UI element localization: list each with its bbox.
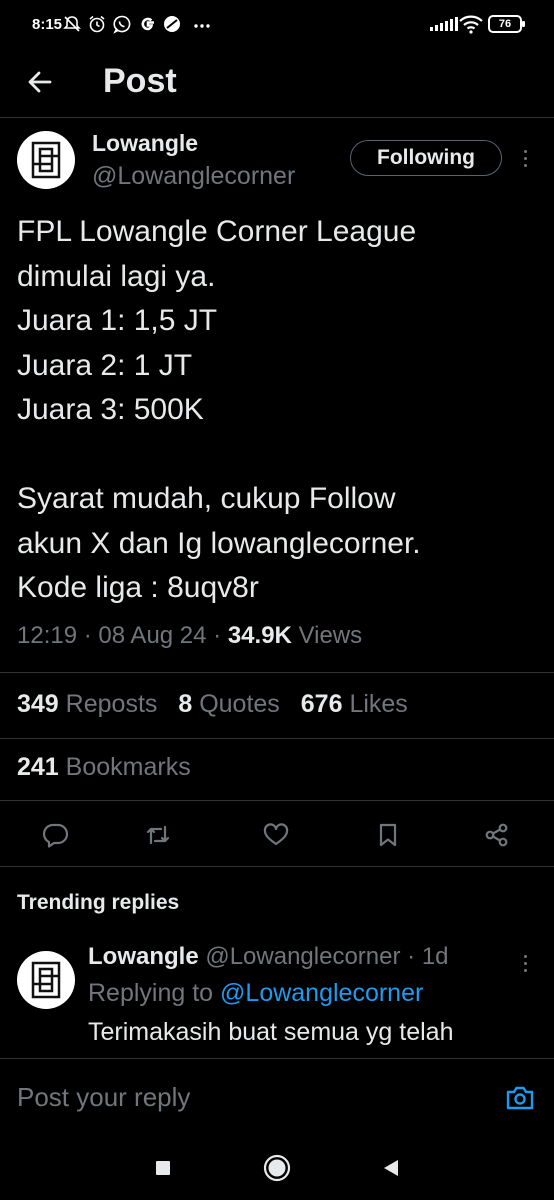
divider — [0, 866, 554, 867]
reply-text: Terimakasih buat semua yg telah — [88, 1018, 454, 1046]
post-text: FPL Lowangle Corner League dimulai lagi … — [17, 210, 542, 611]
engagement-stats: 349 Reposts 8 Quotes 676 Likes — [17, 690, 422, 719]
post-text-line: FPL Lowangle Corner League — [17, 215, 417, 248]
bookmark-button[interactable] — [368, 815, 408, 855]
post-time: 12:19 — [17, 622, 78, 649]
reply-icon — [42, 823, 69, 848]
divider — [0, 672, 554, 673]
like-button[interactable] — [256, 815, 296, 855]
google-icon — [141, 17, 154, 31]
divider — [0, 117, 554, 118]
avatar[interactable] — [17, 951, 75, 1009]
author-name[interactable]: Lowangle — [92, 130, 198, 157]
post-text-line: Kode liga : 8uqv8r — [17, 571, 259, 604]
post-text-line: Juara 3: 500K — [17, 393, 204, 426]
post-text-line: Juara 2: 1 JT — [17, 348, 193, 382]
wifi-icon — [459, 15, 483, 34]
replying-to: Replying to @Lowanglecorner — [88, 979, 424, 1007]
page-title: Post — [103, 62, 177, 100]
views-label[interactable]: Views — [299, 622, 363, 649]
reply-author-name[interactable]: Lowangle — [88, 943, 199, 970]
reply-author-handle[interactable]: @Lowanglecorner — [205, 943, 400, 970]
status-bar: 8:15 76 — [0, 0, 554, 50]
whatsapp-icon — [113, 15, 131, 34]
back-button[interactable] — [18, 60, 62, 104]
post-text-line: akun X dan Ig lowanglecorner. — [17, 526, 421, 560]
app-icon — [164, 16, 180, 32]
trending-replies-heading: Trending replies — [17, 891, 180, 914]
more-options-icon[interactable] — [515, 140, 535, 176]
author-handle[interactable]: @Lowanglecorner — [92, 162, 295, 191]
more-options-icon[interactable] — [515, 945, 535, 981]
signal-icon — [430, 17, 458, 31]
alarm-icon — [89, 15, 105, 33]
reply-input[interactable] — [17, 1077, 487, 1117]
battery-icon: 76 — [488, 15, 525, 33]
reply-composer — [0, 1058, 554, 1138]
likes-stat[interactable]: 676 Likes — [301, 690, 408, 718]
home-circle-icon — [263, 1154, 291, 1182]
post-text-line: dimulai lagi ya. — [17, 259, 216, 293]
quotes-stat[interactable]: 8 Quotes — [178, 690, 279, 718]
repost-icon — [146, 825, 170, 845]
post-text-line: Syarat mudah, cukup Follow — [17, 482, 396, 515]
reply-age: 1d — [421, 943, 449, 970]
divider — [0, 800, 554, 801]
bookmarks-stat[interactable]: 241 Bookmarks — [17, 753, 191, 782]
post-meta: 12:19 · 08 Aug 24 · 34.9K Views — [17, 622, 363, 649]
triangle-back-icon — [384, 1160, 398, 1176]
post-text-line — [17, 433, 542, 478]
views-count: 34.9K — [227, 622, 292, 649]
share-icon — [485, 823, 508, 847]
reply-header: Lowangle @Lowanglecorner · 1d — [88, 943, 449, 970]
divider — [0, 738, 554, 739]
camera-icon — [506, 1086, 534, 1110]
back-arrow-icon — [28, 71, 52, 93]
home-button[interactable] — [259, 1150, 295, 1186]
square-icon — [156, 1161, 170, 1175]
status-time: 8:15 — [32, 16, 63, 33]
avatar[interactable] — [17, 131, 75, 189]
more-dots-icon — [194, 24, 210, 28]
following-button[interactable]: Following — [350, 140, 502, 176]
bookmark-icon — [379, 823, 397, 847]
mute-icon — [63, 16, 81, 32]
camera-button[interactable] — [502, 1080, 538, 1116]
heart-icon — [263, 823, 289, 846]
share-button[interactable] — [477, 815, 517, 855]
replying-to-link[interactable]: @Lowanglecorner — [220, 979, 423, 1007]
reply-button[interactable] — [36, 815, 76, 855]
lowangle-logo-icon — [31, 141, 61, 179]
reposts-stat[interactable]: 349 Reposts — [17, 690, 157, 718]
post-text-line: Juara 1: 1,5 JT — [17, 304, 218, 337]
recent-apps-button[interactable] — [145, 1150, 181, 1186]
nav-back-button[interactable] — [373, 1150, 409, 1186]
repost-button[interactable] — [138, 815, 178, 855]
lowangle-logo-icon — [31, 961, 61, 999]
post-date: 08 Aug 24 — [98, 622, 207, 649]
